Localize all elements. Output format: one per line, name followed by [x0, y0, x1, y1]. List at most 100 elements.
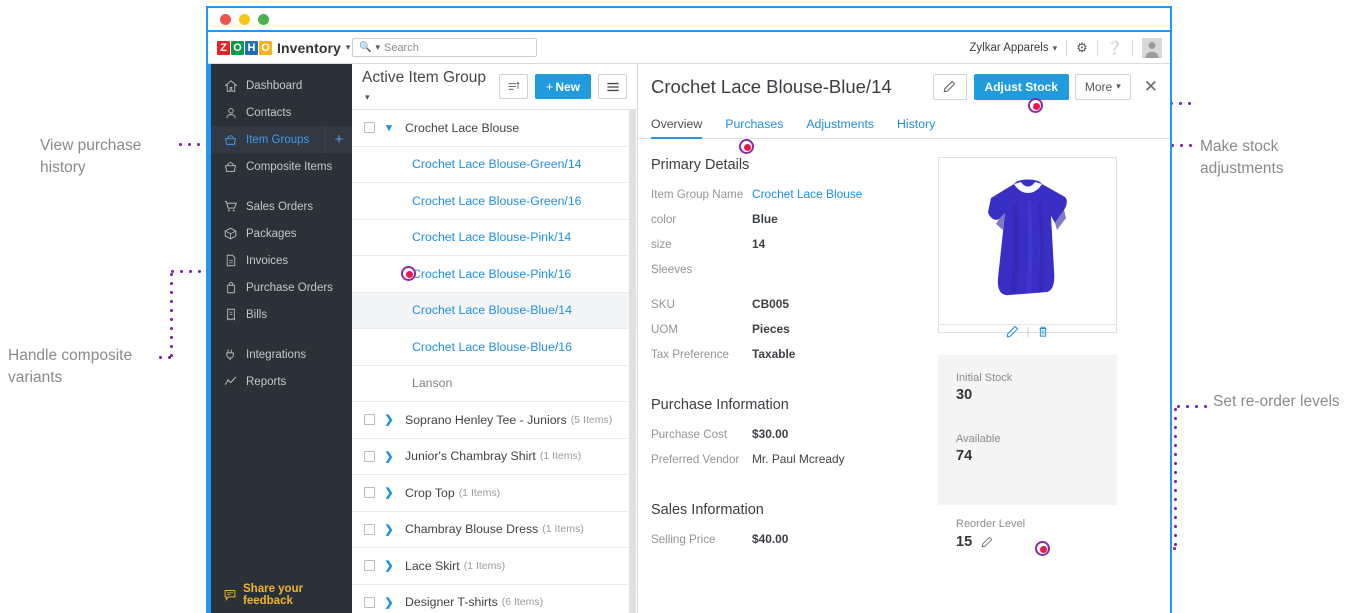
list-item[interactable]: Lanson [352, 365, 637, 402]
field-value[interactable]: Crochet Lace Blouse [752, 186, 862, 203]
tab-overview[interactable]: Overview [651, 117, 703, 139]
list-item[interactable]: Crochet Lace Blouse-Pink/16 [352, 256, 637, 293]
sidebar-item-label: Dashboard [246, 79, 303, 92]
table-row[interactable]: ❯ Lace Skirt (1 Items) [352, 548, 637, 585]
sidebar-item-contacts[interactable]: Contacts [211, 99, 352, 126]
row-name[interactable]: Crochet Lace Blouse-Pink/16 [412, 267, 571, 281]
chevron-right-icon[interactable]: ❯ [382, 559, 396, 572]
row-name: Lace Skirt [405, 558, 460, 573]
available-label: Available [956, 433, 1001, 445]
row-checkbox[interactable] [364, 596, 375, 608]
list-item-selected[interactable]: Crochet Lace Blouse-Blue/14 [352, 292, 637, 329]
package-icon [224, 227, 237, 240]
chevron-right-icon[interactable]: ❯ [382, 523, 396, 536]
field-value: Mr. Paul Mcready [752, 452, 845, 466]
app-logo[interactable]: Z O H O Inventory ▾ [208, 40, 351, 56]
adjust-stock-button[interactable]: Adjust Stock [973, 73, 1069, 100]
reorder-level-block: Reorder Level 15 [938, 518, 1120, 550]
item-detail-panel: Crochet Lace Blouse-Blue/14 Adjust Stock… [638, 64, 1170, 613]
sidebar-item-integrations[interactable]: Integrations [211, 341, 352, 368]
search-scope-chevron-down-icon[interactable]: ▾ [375, 42, 380, 53]
app-body: Dashboard Contacts Item Groups + Composi… [208, 64, 1170, 613]
divider [1132, 40, 1133, 56]
row-name[interactable]: Crochet Lace Blouse-Blue/16 [412, 340, 572, 354]
bill-icon [224, 308, 237, 321]
row-checkbox[interactable] [364, 560, 375, 572]
reorder-level-label: Reorder Level [956, 518, 1026, 530]
row-name[interactable]: Crochet Lace Blouse-Green/14 [412, 157, 582, 171]
new-button[interactable]: + New [534, 74, 591, 99]
list-rows-container[interactable]: ▾ Crochet Lace Blouse Crochet Lace Blous… [352, 110, 637, 613]
row-checkbox[interactable] [364, 414, 375, 426]
row-checkbox[interactable] [364, 487, 375, 499]
row-checkbox[interactable] [364, 450, 375, 462]
sidebar-item-reports[interactable]: Reports [211, 368, 352, 395]
sidebar-item-dashboard[interactable]: Dashboard [211, 72, 352, 99]
pencil-icon[interactable] [981, 536, 993, 548]
sidebar-item-purchase-orders[interactable]: Purchase Orders [211, 274, 352, 301]
help-icon[interactable]: ❔ [1107, 40, 1123, 56]
sidebar-item-invoices[interactable]: Invoices [211, 247, 352, 274]
row-checkbox[interactable] [364, 523, 375, 535]
chevron-right-icon[interactable]: ❯ [382, 413, 396, 426]
edit-button[interactable] [932, 73, 967, 100]
filter-list-icon-button[interactable] [498, 74, 528, 99]
field-size: size 14 [651, 236, 934, 253]
list-item[interactable]: Crochet Lace Blouse-Green/14 [352, 146, 637, 183]
search-input[interactable]: 🔍 ▾ Search [352, 38, 537, 57]
table-row[interactable]: ❯ Designer T-shirts (6 Items) [352, 584, 637, 613]
chevron-right-icon[interactable]: ❯ [382, 596, 396, 609]
hamburger-icon-button[interactable] [598, 74, 627, 99]
row-checkbox[interactable] [364, 122, 375, 134]
logo-letter-o2: O [259, 40, 272, 55]
row-name: Crochet Lace Blouse [405, 120, 520, 135]
window-minimize-button[interactable] [239, 13, 250, 25]
share-feedback-button[interactable]: Share your feedback [211, 583, 352, 607]
field-value: Blue [752, 212, 778, 226]
add-item-group-button[interactable]: + [325, 126, 352, 153]
tab-adjustments[interactable]: Adjustments [806, 117, 874, 138]
field-sku: SKU CB005 [651, 296, 934, 313]
list-item[interactable]: Crochet Lace Blouse-Green/16 [352, 183, 637, 220]
sidebar-item-item-groups[interactable]: Item Groups + [208, 126, 352, 153]
more-button[interactable]: More ▾ [1074, 73, 1131, 100]
sidebar-item-bills[interactable]: Bills [211, 301, 352, 328]
gear-icon[interactable]: ⚙ [1076, 40, 1088, 56]
sidebar-item-packages[interactable]: Packages [211, 220, 352, 247]
chevron-down-icon[interactable]: ▾ [382, 121, 396, 134]
cart-icon [224, 200, 237, 213]
app-switcher-chevron-down-icon[interactable]: ▾ [346, 42, 351, 53]
chevron-right-icon[interactable]: ❯ [382, 450, 396, 463]
table-row[interactable]: ❯ Crop Top (1 Items) [352, 475, 637, 512]
window-close-button[interactable] [220, 13, 231, 25]
box-icon [224, 160, 237, 173]
row-name[interactable]: Crochet Lace Blouse-Green/16 [412, 194, 582, 208]
search-placeholder-text: Search [383, 41, 419, 54]
sidebar-item-sales-orders[interactable]: Sales Orders [211, 193, 352, 220]
list-scrollbar[interactable] [629, 110, 636, 613]
box-icon [224, 133, 237, 146]
table-row[interactable]: ❯ Chambray Blouse Dress (1 Items) [352, 511, 637, 548]
table-row[interactable]: ❯ Junior's Chambray Shirt (1 Items) [352, 438, 637, 475]
window-maximize-button[interactable] [258, 13, 269, 25]
tab-purchases[interactable]: Purchases [725, 117, 783, 138]
chevron-right-icon[interactable]: ❯ [382, 486, 396, 499]
list-item[interactable]: Crochet Lace Blouse-Pink/14 [352, 219, 637, 256]
list-filter-dropdown[interactable]: Active Item Group ▾ [362, 69, 492, 105]
trash-icon[interactable] [1037, 325, 1049, 338]
row-name[interactable]: Crochet Lace Blouse-Blue/14 [412, 303, 572, 317]
close-icon[interactable]: ✕ [1144, 77, 1158, 97]
pencil-icon[interactable] [1006, 325, 1019, 338]
org-chevron-down-icon[interactable]: ▾ [1053, 43, 1058, 54]
table-row[interactable]: ❯ Soprano Henley Tee - Juniors (5 Items) [352, 402, 637, 439]
avatar[interactable] [1142, 38, 1162, 58]
row-name[interactable]: Crochet Lace Blouse-Pink/14 [412, 230, 571, 244]
field-value: $40.00 [752, 532, 789, 546]
table-row[interactable]: ▾ Crochet Lace Blouse [352, 110, 637, 147]
list-item[interactable]: Crochet Lace Blouse-Blue/16 [352, 329, 637, 366]
organization-name[interactable]: Zylkar Apparels [969, 42, 1048, 54]
tab-history[interactable]: History [897, 117, 935, 138]
sidebar-item-composite-items[interactable]: Composite Items [211, 153, 352, 180]
initial-stock-value: 30 [956, 387, 973, 403]
